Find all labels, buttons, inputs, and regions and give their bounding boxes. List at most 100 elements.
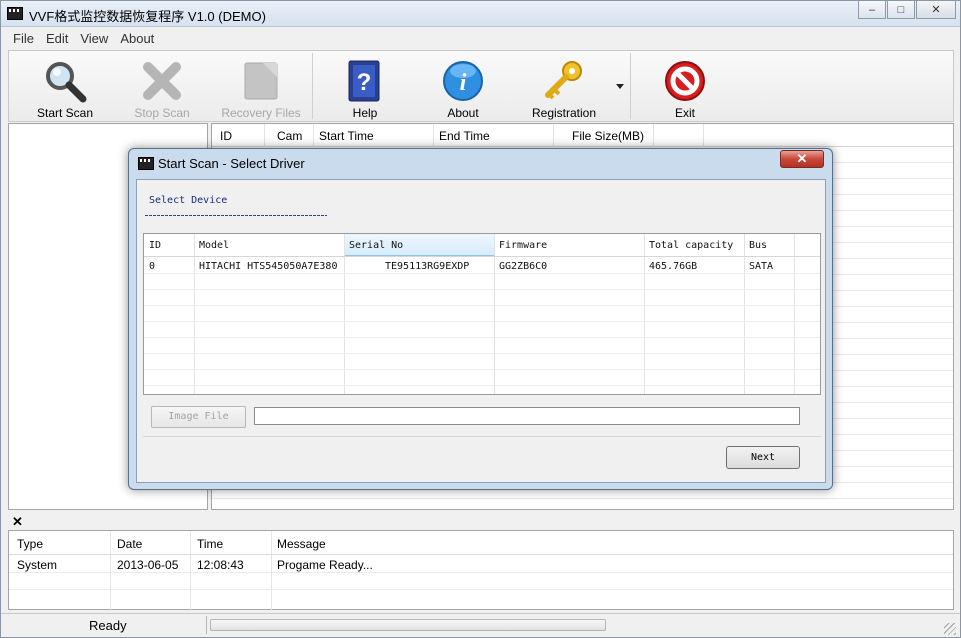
column-divider (313, 124, 314, 147)
log-header-type[interactable]: Type (17, 537, 43, 551)
device-row-line (144, 321, 820, 322)
device-header-firmware[interactable]: Firmware (499, 240, 547, 251)
log-column-divider (271, 531, 272, 611)
image-file-path-input[interactable] (254, 407, 800, 425)
exit-button[interactable]: Exit (639, 51, 731, 121)
device-header-bus[interactable]: Bus (749, 240, 767, 251)
menu-about[interactable]: About (114, 31, 160, 46)
about-label: About (447, 106, 479, 120)
column-divider (653, 124, 654, 147)
device-column-divider (644, 234, 645, 394)
dialog-close-button[interactable]: ✕ (780, 150, 824, 168)
section-underline (145, 215, 327, 216)
device-column-divider (194, 234, 195, 394)
column-header-end-time[interactable]: End Time (439, 129, 490, 143)
log-cell-type: System (17, 558, 58, 572)
svg-text:i: i (460, 70, 467, 96)
file-grid-header: ID Cam Start Time End Time File Size(MB) (212, 124, 953, 147)
device-header-serial[interactable]: Serial No (349, 240, 403, 251)
device-header-capacity[interactable]: Total capacity (649, 240, 733, 251)
start-scan-button[interactable]: Start Scan (19, 51, 111, 121)
device-cell-id: 0 (149, 261, 156, 272)
log-header-time[interactable]: Time (197, 537, 223, 551)
stop-scan-button[interactable]: Stop Scan (116, 51, 208, 121)
dialog-divider (143, 436, 821, 437)
log-close-icon[interactable]: ✕ (12, 514, 23, 530)
device-column-divider (744, 234, 745, 394)
status-text: Ready (89, 618, 127, 633)
device-cell-firmware: GG2ZB6C0 (499, 261, 548, 272)
device-column-divider (344, 234, 345, 394)
about-button[interactable]: i About (417, 51, 509, 121)
device-cell-bus: SATA (749, 261, 774, 272)
column-divider (553, 124, 554, 147)
toolbar-separator (312, 53, 313, 119)
column-header-start-time[interactable]: Start Time (319, 129, 374, 143)
menu-file[interactable]: File (7, 31, 40, 46)
recovery-files-label: Recovery Files (221, 106, 301, 120)
image-file-button[interactable]: Image File (151, 406, 246, 428)
exit-no-entry-icon (665, 61, 705, 101)
device-header-id[interactable]: ID (149, 240, 161, 251)
device-header-model[interactable]: Model (199, 240, 229, 251)
dialog-title: Start Scan - Select Driver (158, 156, 305, 171)
column-divider (433, 124, 434, 147)
dialog-body: Select Device ID Model Serial No Firmwar… (136, 179, 826, 483)
log-header-date[interactable]: Date (117, 537, 142, 551)
scan-progress-bar (210, 619, 606, 631)
select-device-label: Select Device (149, 195, 228, 206)
column-header-id[interactable]: ID (220, 129, 232, 143)
device-row-line (144, 369, 820, 370)
svg-text:?: ? (357, 69, 372, 96)
device-row-line (144, 305, 820, 306)
start-scan-label: Start Scan (36, 106, 94, 120)
stop-scan-label: Stop Scan (134, 106, 190, 120)
log-header-message[interactable]: Message (277, 537, 326, 551)
select-driver-dialog: Start Scan - Select Driver ✕ Select Devi… (128, 148, 833, 490)
menu-edit[interactable]: Edit (40, 31, 74, 46)
menu-bar: File Edit View About (1, 28, 960, 48)
recovery-files-button[interactable]: Recovery Files (213, 51, 309, 121)
column-divider (264, 124, 265, 147)
toolbar-separator (630, 53, 631, 119)
device-row-line (144, 273, 820, 274)
key-icon (545, 61, 582, 100)
film-clapper-icon (138, 157, 154, 170)
device-row-line (144, 385, 820, 386)
exit-label: Exit (674, 106, 695, 120)
device-column-divider (794, 234, 795, 394)
minimize-button[interactable]: – (858, 1, 886, 19)
log-panel[interactable]: Type Date Time Message System 2013-06-05… (8, 530, 954, 611)
device-header-line (144, 256, 820, 257)
column-header-file-size[interactable]: File Size(MB) (572, 129, 644, 143)
registration-button[interactable]: Registration (517, 51, 611, 121)
document-icon (244, 62, 278, 100)
column-header-cam[interactable]: Cam (277, 129, 302, 143)
device-row-line (144, 337, 820, 338)
close-button[interactable]: ✕ (916, 1, 956, 19)
help-button[interactable]: ? Help (319, 51, 411, 121)
log-row-line (9, 572, 953, 573)
device-cell-capacity: 465.76GB (649, 261, 698, 272)
log-cell-date: 2013-06-05 (117, 558, 179, 572)
column-divider (703, 124, 704, 147)
info-icon: i (443, 61, 483, 101)
menu-view[interactable]: View (74, 31, 114, 46)
registration-label: Registration (531, 106, 597, 120)
device-row-line (144, 289, 820, 290)
registration-dropdown-arrow-icon[interactable] (616, 84, 624, 89)
resize-grip-icon[interactable] (944, 623, 956, 635)
next-button[interactable]: Next (726, 446, 800, 469)
device-row-line (144, 353, 820, 354)
stop-x-icon (143, 62, 181, 100)
title-bar: VVF格式监控数据恢复程序 V1.0 (DEMO) – □ ✕ (1, 1, 960, 27)
log-cell-time: 12:08:43 (197, 558, 244, 572)
film-clapper-icon (7, 7, 23, 20)
caption-buttons: – □ ✕ (857, 1, 956, 19)
magnifier-icon (46, 62, 87, 103)
help-label: Help (352, 106, 378, 120)
maximize-button[interactable]: □ (887, 1, 915, 19)
help-book-icon: ? (348, 60, 380, 102)
device-cell-model: HITACHI HTS545050A7E380 (199, 261, 338, 272)
device-table[interactable]: ID Model Serial No Firmware Total capaci… (143, 233, 821, 395)
